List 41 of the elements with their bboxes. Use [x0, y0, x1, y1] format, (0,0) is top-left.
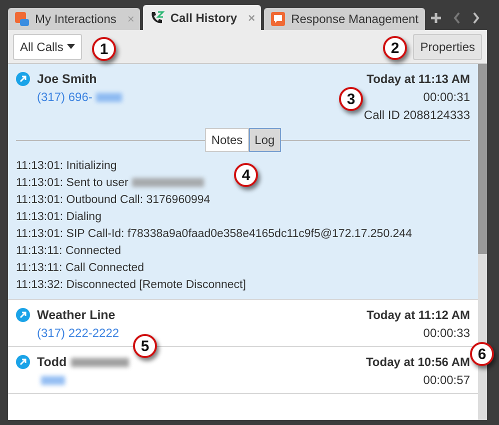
tab[interactable]: Call History × — [143, 5, 262, 30]
call-duration: 00:00:33 — [423, 326, 470, 340]
phone-link[interactable]: (317) 222-2222 — [37, 326, 120, 340]
log-line: 11:13:01: Initializing — [16, 160, 118, 172]
speech-bubble-icon — [270, 11, 286, 27]
log-line: 11:13:11: Call Connected — [16, 262, 146, 274]
scrollbar[interactable] — [478, 64, 487, 420]
chevron-left-icon[interactable] — [452, 12, 461, 24]
call-duration: 00:00:31 — [423, 90, 470, 104]
caret-icon — [67, 44, 76, 49]
add-icon[interactable] — [430, 12, 442, 24]
detail-tab[interactable]: Log — [248, 128, 281, 152]
tab-label: Response Management — [291, 12, 419, 26]
log-line: 11:13:01: Outbound Call: 3176960994 — [16, 194, 212, 206]
caller-name: Weather Line — [37, 308, 116, 322]
chevron-right-icon[interactable] — [472, 12, 480, 24]
tab[interactable]: My Interactions × — [8, 8, 140, 30]
tab-label: My Interactions — [35, 12, 116, 26]
properties-button[interactable]: Properties — [413, 34, 482, 60]
log-line: 11:13:32: Disconnected [Remote Disconnect] — [16, 279, 247, 291]
tab[interactable]: Response Management — [264, 8, 425, 30]
outbound-call-icon — [16, 308, 30, 322]
outbound-call-icon — [16, 355, 30, 369]
outbound-call-icon — [16, 72, 30, 86]
call-id: Call ID 2088124333 — [364, 108, 470, 122]
caller-name: Joe Smith — [37, 72, 98, 86]
call-row[interactable] — [8, 64, 478, 300]
phone-icon — [149, 10, 166, 26]
callout-number: 6 — [470, 342, 494, 366]
chat-window-icon — [14, 11, 30, 27]
call-time: Today at 11:13 AM — [366, 72, 470, 86]
log-line: 11:13:01: Dialing — [16, 211, 102, 223]
call-time: Today at 11:12 AM — [366, 308, 470, 322]
tab-label: Call History — [170, 10, 238, 24]
detail-tab[interactable]: Notes — [205, 128, 249, 152]
caller-name: Todd — [37, 355, 129, 369]
call-time: Today at 10:56 AM — [366, 355, 470, 369]
call-duration: 00:00:57 — [423, 373, 470, 387]
log-line: 11:13:01: SIP Call-Id: f78338a9a0faad0e358e4165dc11c9f5@172.17.250.244 — [16, 228, 413, 240]
log-line: 11:13:11: Connected — [16, 245, 122, 257]
filter-dropdown[interactable]: All Calls — [13, 34, 82, 60]
